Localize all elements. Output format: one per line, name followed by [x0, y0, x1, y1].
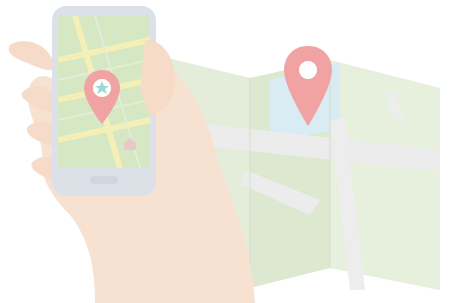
- illustration-svg: [8, 6, 440, 303]
- map-illustration: [0, 0, 449, 303]
- phone-home-button: [90, 176, 118, 184]
- phone: [52, 6, 156, 196]
